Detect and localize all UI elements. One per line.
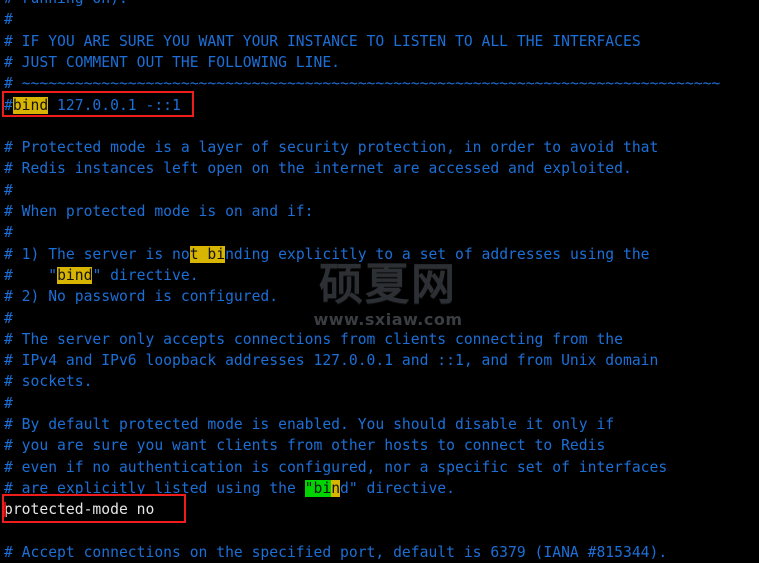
config-line: # IF YOU ARE SURE YOU WANT YOUR INSTANCE… (4, 32, 641, 50)
config-line: protected-mode no (4, 501, 155, 519)
config-line: # 1) The server is not binding explicitl… (4, 245, 650, 263)
search-current-match: "bi (304, 479, 332, 497)
config-line: # you are sure you want clients from oth… (4, 437, 606, 455)
config-line: # Protected mode is a layer of security … (4, 139, 659, 157)
config-line: # JUST COMMENT OUT THE FOLLOWING LINE. (4, 53, 341, 71)
config-line: # Redis instances left open on the inter… (4, 160, 632, 178)
search-match: bind (12, 96, 49, 114)
config-line: # The server only accepts connections fr… (4, 330, 623, 348)
config-line: # running on). (4, 0, 128, 9)
config-line: # By default protected mode is enabled. … (4, 416, 615, 433)
config-file-text[interactable]: # running on). # # IF YOU ARE SURE YOU WAN… (0, 0, 759, 563)
config-line: # 2) No password is configured. (4, 288, 279, 306)
config-line: # are explicitly listed using the "bind"… (4, 479, 455, 497)
config-line: # (4, 309, 13, 327)
config-line: # "bind" directive. (4, 266, 199, 284)
config-line: #bind 127.0.0.1 -::1 (4, 96, 181, 114)
config-line: # (4, 11, 13, 29)
config-line: # Accept connections on the specified po… (4, 543, 668, 561)
config-line: # even if no authentication is configure… (4, 458, 668, 476)
config-line: # When protected mode is on and if: (4, 203, 314, 220)
terminal-window[interactable]: 硕夏网 www.sxiaw.com # running on).## IF YO… (0, 0, 759, 563)
config-line: # (4, 224, 13, 242)
config-line: # (4, 394, 13, 412)
config-line: # ~~~~~~~~~~~~~~~~~~~~~~~~~~~~~~~~~~~~~~… (4, 75, 721, 93)
search-match: n (331, 479, 341, 497)
text-cursor (4, 502, 6, 518)
config-line: # sockets. (4, 373, 93, 391)
config-line: # (4, 181, 13, 199)
config-line: # IPv4 and IPv6 loopback addresses 127.0… (4, 352, 659, 370)
search-match: t bi (189, 245, 226, 263)
search-match: bind (57, 266, 93, 284)
